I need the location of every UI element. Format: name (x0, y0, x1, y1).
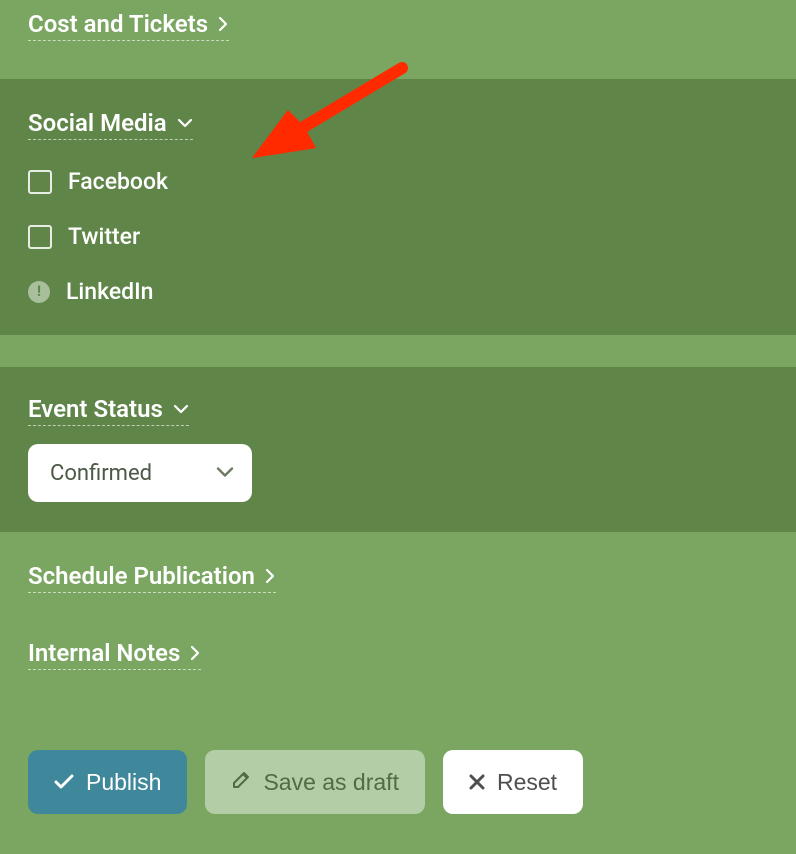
checkbox-facebook[interactable] (28, 170, 52, 194)
save-draft-button[interactable]: Save as draft (205, 750, 425, 814)
section-label: Cost and Tickets (28, 10, 208, 38)
select-value: Confirmed (50, 461, 152, 486)
checkbox-label: Twitter (68, 223, 140, 250)
alert-icon: ! (28, 281, 50, 303)
section-label: Internal Notes (28, 639, 180, 667)
chevron-down-icon (173, 404, 189, 415)
event-status-select[interactable]: Confirmed (28, 444, 252, 502)
section-label: Schedule Publication (28, 562, 255, 590)
close-icon (469, 769, 485, 796)
chevron-right-icon (218, 16, 229, 32)
checkbox-row-facebook[interactable]: Facebook (28, 168, 768, 195)
section-schedule-publication[interactable]: Schedule Publication (28, 562, 276, 593)
reset-button[interactable]: Reset (443, 750, 583, 814)
publish-button[interactable]: Publish (28, 750, 187, 814)
section-social-media[interactable]: Social Media (28, 109, 193, 140)
button-label: Reset (497, 769, 557, 796)
check-icon (54, 769, 74, 796)
action-button-row: Publish Save as draft Reset (0, 750, 796, 854)
checkbox-twitter[interactable] (28, 225, 52, 249)
chevron-right-icon (265, 568, 276, 584)
section-internal-notes[interactable]: Internal Notes (28, 639, 201, 670)
section-event-status[interactable]: Event Status (28, 395, 189, 426)
button-label: Save as draft (263, 769, 399, 796)
section-label: Social Media (28, 109, 167, 137)
checkbox-row-twitter[interactable]: Twitter (28, 223, 768, 250)
option-label: LinkedIn (66, 278, 153, 305)
section-label: Event Status (28, 395, 163, 423)
option-row-linkedin: ! LinkedIn (28, 278, 768, 305)
button-label: Publish (86, 769, 161, 796)
checkbox-label: Facebook (68, 168, 168, 195)
pencil-icon (231, 769, 251, 796)
section-divider (0, 335, 796, 367)
chevron-right-icon (190, 645, 201, 661)
section-cost-and-tickets[interactable]: Cost and Tickets (28, 10, 229, 41)
chevron-down-icon (177, 118, 193, 129)
